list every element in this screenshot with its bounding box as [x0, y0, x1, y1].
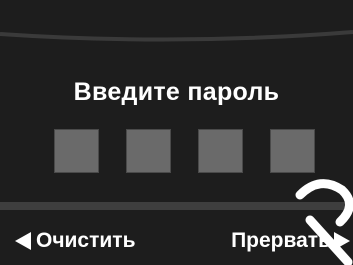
cancel-softkey[interactable]: Прервать: [231, 226, 350, 256]
triangle-left-icon: [15, 232, 31, 250]
pin-slot-3: [198, 129, 243, 173]
password-prompt: Введите пароль: [73, 78, 280, 106]
cancel-softkey-label: Прервать: [231, 229, 331, 252]
pin-slot-1: [54, 129, 99, 173]
clear-softkey-label: Очистить: [36, 229, 136, 252]
pin-slot-2: [126, 129, 171, 173]
clear-softkey[interactable]: Очистить: [15, 226, 136, 256]
top-arc-decoration: [0, 30, 353, 42]
password-screen: Введите пароль Очистить Прервать: [0, 0, 353, 265]
triangle-right-icon: [334, 232, 350, 250]
